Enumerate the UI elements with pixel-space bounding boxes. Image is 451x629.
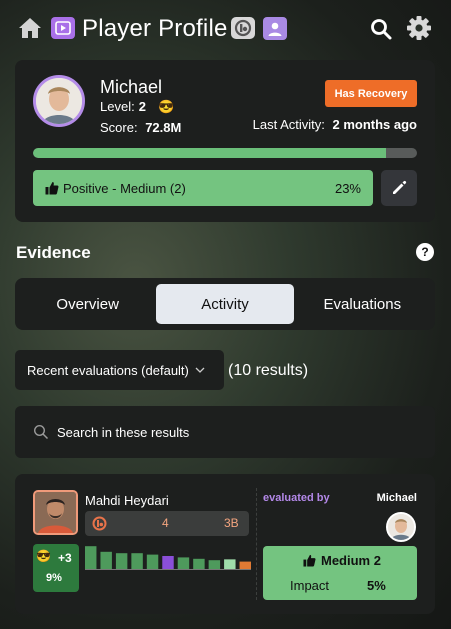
results-search[interactable]	[15, 406, 435, 458]
evaluated-player-avatar[interactable]	[386, 512, 416, 542]
mini-bar	[131, 553, 143, 570]
evidence-title: Evidence	[16, 243, 91, 262]
page-title: Player Profile	[82, 15, 228, 42]
results-count: (10 results)	[228, 362, 309, 379]
sort-dropdown[interactable]: Recent evaluations (default)	[15, 350, 224, 390]
level-row: Level: 2 😎	[100, 98, 174, 116]
player-name: Michael	[100, 77, 163, 97]
mini-bar-chart	[85, 546, 251, 570]
score-label: Score:	[100, 120, 138, 135]
media-icon[interactable]	[51, 17, 75, 39]
pencil-icon	[393, 180, 407, 194]
mini-bar	[100, 551, 112, 570]
thumbs-up-icon	[45, 181, 59, 195]
search-icon[interactable]	[368, 16, 394, 42]
edit-button[interactable]	[381, 170, 417, 206]
impact-value: 5%	[367, 578, 386, 593]
badge-icon[interactable]	[231, 17, 255, 39]
recovery-badge[interactable]: Has Recovery	[325, 80, 417, 107]
thumbs-up-icon	[303, 554, 316, 567]
rating-bar[interactable]: Positive - Medium (2) 23%	[33, 170, 373, 206]
stats-strip: 4 3B	[85, 511, 249, 536]
evaluator-name: Mahdi Heydari	[85, 493, 169, 508]
mini-bar	[177, 557, 190, 570]
impact-rating-label: Medium 2	[321, 553, 381, 568]
mini-bar	[239, 561, 251, 570]
mini-bar	[224, 559, 236, 570]
chevron-down-icon	[195, 367, 205, 373]
evaluation-card[interactable]: Mahdi Heydari 4 3B 😎 +3 9% evaluated by …	[15, 474, 435, 614]
stat-count: 4	[162, 516, 169, 530]
delta-value: +3	[58, 551, 72, 565]
mini-bar	[115, 553, 128, 570]
last-activity-value: 2 months ago	[332, 117, 417, 132]
level-label: Level:	[100, 99, 135, 114]
impact-label: Impact	[290, 578, 330, 593]
stat-amount: 3B	[224, 516, 239, 530]
search-input[interactable]	[57, 424, 397, 440]
gear-icon[interactable]	[405, 14, 433, 42]
evaluated-by-label: evaluated by	[263, 492, 330, 504]
cool-emoji-icon: 😎	[36, 549, 51, 563]
delta-badge: 😎 +3 9%	[33, 544, 79, 592]
score-row: Score: 72.8M	[100, 119, 181, 137]
rating-percent: 23%	[334, 180, 361, 196]
progress-bar	[33, 148, 417, 158]
mini-bar	[162, 556, 174, 570]
mini-bar	[193, 558, 205, 570]
evaluated-player-name: Michael	[376, 492, 417, 504]
rating-label: Positive - Medium (2)	[63, 180, 186, 196]
tab-overview[interactable]: Overview	[19, 284, 156, 324]
impact-rating: Medium 2	[303, 553, 381, 568]
user-icon[interactable]	[263, 17, 287, 40]
home-icon[interactable]	[17, 16, 43, 40]
mini-bar	[146, 554, 159, 570]
level-value: 2	[138, 99, 146, 114]
score-value: 72.8M	[145, 120, 182, 135]
last-activity-label: Last Activity:	[252, 117, 325, 132]
help-icon[interactable]: ?	[416, 243, 434, 261]
divider	[256, 488, 257, 600]
tab-activity[interactable]: Activity	[156, 284, 294, 324]
mini-bar	[208, 560, 221, 570]
app-header: Player Profile	[0, 0, 451, 60]
progress-fill	[33, 148, 387, 158]
avatar[interactable]	[33, 75, 85, 127]
profile-card: Michael Level: 2 😎 Score: 72.8M Has Reco…	[15, 60, 435, 222]
evaluator-avatar[interactable]	[33, 490, 78, 535]
last-activity: Last Activity: 2 months ago	[253, 116, 417, 134]
sort-label: Recent evaluations (default)	[27, 362, 189, 378]
delta-percent: 9%	[46, 572, 62, 584]
badge-icon	[92, 516, 107, 534]
tab-evaluations[interactable]: Evaluations	[294, 284, 431, 324]
cool-emoji-icon: 😎	[157, 99, 175, 114]
search-icon	[33, 424, 49, 440]
mini-bar	[85, 546, 97, 570]
evidence-tabs: Overview Activity Evaluations	[15, 278, 435, 330]
impact-box: Medium 2 Impact 5%	[263, 546, 417, 600]
